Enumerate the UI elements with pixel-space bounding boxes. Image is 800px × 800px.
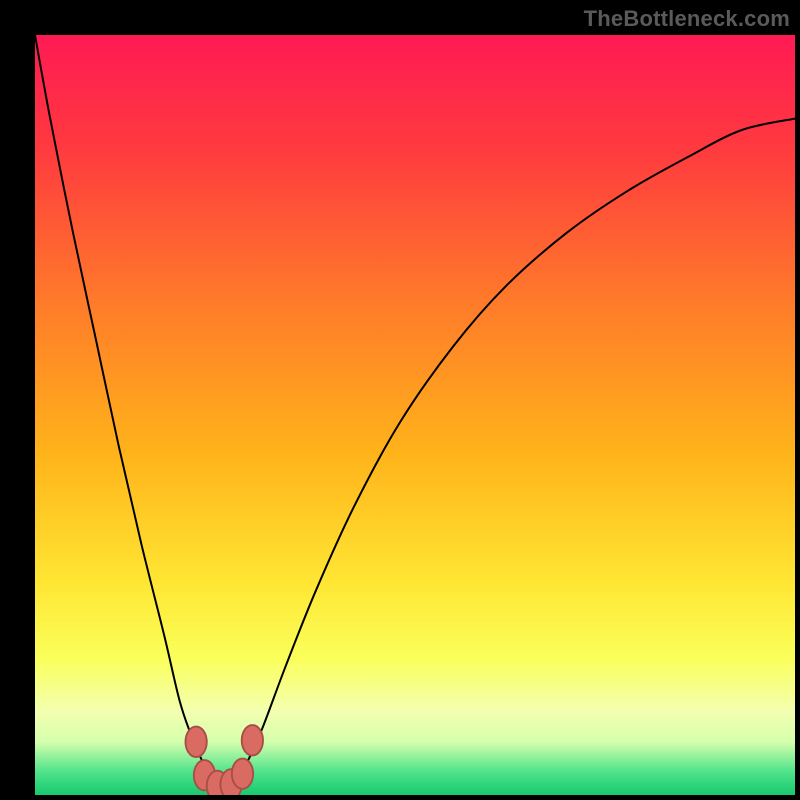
bottleneck-chart: [35, 35, 795, 795]
marker-dot: [232, 759, 253, 789]
marker-dot: [185, 727, 206, 757]
watermark-text: TheBottleneck.com: [584, 6, 790, 32]
outer-frame: TheBottleneck.com: [0, 0, 800, 800]
heat-gradient-background: [35, 35, 795, 795]
plot-area: [35, 35, 795, 795]
marker-dot: [242, 725, 263, 755]
